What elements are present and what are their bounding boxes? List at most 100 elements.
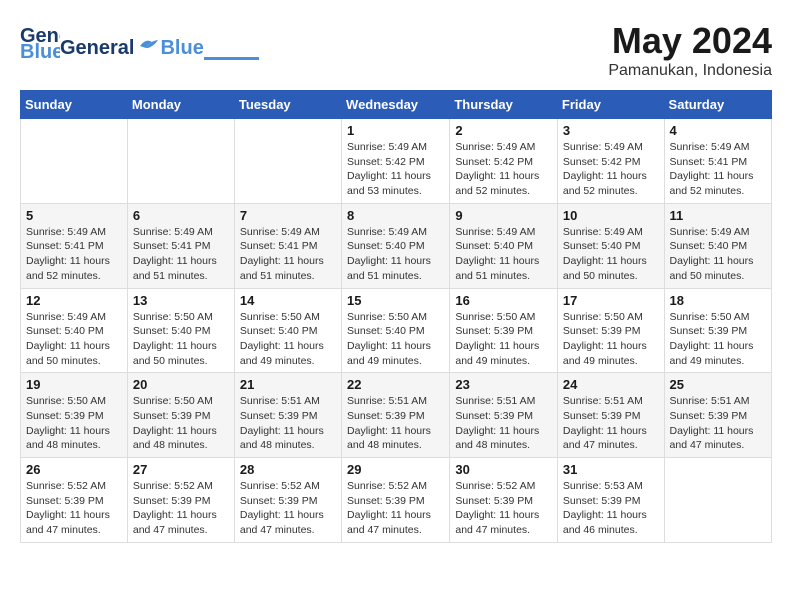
day-info: Sunrise: 5:49 AMSunset: 5:42 PMDaylight:… — [455, 140, 552, 199]
calendar-cell — [664, 458, 771, 543]
calendar-cell: 17 Sunrise: 5:50 AMSunset: 5:39 PMDayligh… — [557, 288, 664, 373]
day-info: Sunrise: 5:50 AMSunset: 5:39 PMDaylight:… — [455, 310, 552, 369]
logo: General Blue General Blue — [20, 20, 265, 60]
day-number: 23 — [455, 377, 552, 392]
day-number: 4 — [670, 123, 766, 138]
day-info: Sunrise: 5:50 AMSunset: 5:39 PMDaylight:… — [26, 394, 122, 453]
logo-underline — [204, 57, 259, 60]
day-header-saturday: Saturday — [664, 91, 771, 119]
calendar-cell: 24 Sunrise: 5:51 AMSunset: 5:39 PMDayligh… — [557, 373, 664, 458]
calendar-cell: 14 Sunrise: 5:50 AMSunset: 5:40 PMDayligh… — [234, 288, 341, 373]
day-number: 27 — [133, 462, 229, 477]
day-number: 24 — [563, 377, 659, 392]
calendar-cell — [234, 119, 341, 204]
calendar-cell: 8 Sunrise: 5:49 AMSunset: 5:40 PMDaylight… — [342, 203, 450, 288]
calendar-cell: 19 Sunrise: 5:50 AMSunset: 5:39 PMDayligh… — [21, 373, 128, 458]
day-info: Sunrise: 5:49 AMSunset: 5:42 PMDaylight:… — [563, 140, 659, 199]
calendar-cell: 5Sunrise: 5:49 AMSunset: 5:41 PMDaylight… — [21, 203, 128, 288]
day-info: Sunrise: 5:49 AMSunset: 5:40 PMDaylight:… — [670, 225, 766, 284]
day-number: 25 — [670, 377, 766, 392]
day-number: 3 — [563, 123, 659, 138]
day-number: 31 — [563, 462, 659, 477]
calendar-cell: 11 Sunrise: 5:49 AMSunset: 5:40 PMDayligh… — [664, 203, 771, 288]
calendar-cell: 10 Sunrise: 5:49 AMSunset: 5:40 PMDayligh… — [557, 203, 664, 288]
day-number: 26 — [26, 462, 122, 477]
calendar-cell: 15Sunrise: 5:50 AMSunset: 5:40 PMDayligh… — [342, 288, 450, 373]
calendar-cell: 26Sunrise: 5:52 AMSunset: 5:39 PMDayligh… — [21, 458, 128, 543]
day-info: Sunrise: 5:51 AMSunset: 5:39 PMDaylight:… — [347, 394, 444, 453]
svg-text:Blue: Blue — [20, 41, 60, 60]
calendar-cell: 4 Sunrise: 5:49 AMSunset: 5:41 PMDaylight… — [664, 119, 771, 204]
day-info: Sunrise: 5:52 AMSunset: 5:39 PMDaylight:… — [133, 479, 229, 538]
day-info: Sunrise: 5:49 AMSunset: 5:41 PMDaylight:… — [133, 225, 229, 284]
calendar-cell: 3 Sunrise: 5:49 AMSunset: 5:42 PMDaylight… — [557, 119, 664, 204]
calendar-week-1: 1Sunrise: 5:49 AMSunset: 5:42 PMDaylight… — [21, 119, 772, 204]
calendar-cell — [21, 119, 128, 204]
calendar-cell: 6 Sunrise: 5:49 AMSunset: 5:41 PMDaylight… — [127, 203, 234, 288]
day-number: 2 — [455, 123, 552, 138]
day-info: Sunrise: 5:49 AMSunset: 5:42 PMDaylight:… — [347, 140, 444, 199]
day-number: 6 — [133, 208, 229, 223]
day-number: 29 — [347, 462, 444, 477]
day-info: Sunrise: 5:49 AMSunset: 5:41 PMDaylight:… — [240, 225, 336, 284]
calendar-cell: 13 Sunrise: 5:50 AMSunset: 5:40 PMDayligh… — [127, 288, 234, 373]
day-info: Sunrise: 5:49 AMSunset: 5:40 PMDaylight:… — [455, 225, 552, 284]
day-info: Sunrise: 5:52 AMSunset: 5:39 PMDaylight:… — [240, 479, 336, 538]
day-number: 30 — [455, 462, 552, 477]
day-info: Sunrise: 5:51 AMSunset: 5:39 PMDaylight:… — [670, 394, 766, 453]
day-info: Sunrise: 5:50 AMSunset: 5:39 PMDaylight:… — [670, 310, 766, 369]
day-number: 11 — [670, 208, 766, 223]
calendar-cell: 27 Sunrise: 5:52 AMSunset: 5:39 PMDayligh… — [127, 458, 234, 543]
calendar-week-2: 5Sunrise: 5:49 AMSunset: 5:41 PMDaylight… — [21, 203, 772, 288]
day-info: Sunrise: 5:49 AMSunset: 5:40 PMDaylight:… — [563, 225, 659, 284]
calendar-cell: 25 Sunrise: 5:51 AMSunset: 5:39 PMDayligh… — [664, 373, 771, 458]
day-number: 18 — [670, 293, 766, 308]
day-number: 7 — [240, 208, 336, 223]
day-header-friday: Friday — [557, 91, 664, 119]
day-number: 17 — [563, 293, 659, 308]
calendar-cell: 31Sunrise: 5:53 AMSunset: 5:39 PMDayligh… — [557, 458, 664, 543]
day-info: Sunrise: 5:50 AMSunset: 5:39 PMDaylight:… — [133, 394, 229, 453]
calendar-cell: 1Sunrise: 5:49 AMSunset: 5:42 PMDaylight… — [342, 119, 450, 204]
calendar-header-row: SundayMondayTuesdayWednesdayThursdayFrid… — [21, 91, 772, 119]
day-number: 16 — [455, 293, 552, 308]
calendar-cell: 12Sunrise: 5:49 AMSunset: 5:40 PMDayligh… — [21, 288, 128, 373]
day-number: 20 — [133, 377, 229, 392]
day-info: Sunrise: 5:49 AMSunset: 5:40 PMDaylight:… — [347, 225, 444, 284]
day-info: Sunrise: 5:50 AMSunset: 5:39 PMDaylight:… — [563, 310, 659, 369]
day-info: Sunrise: 5:52 AMSunset: 5:39 PMDaylight:… — [347, 479, 444, 538]
month-title: May 2024 — [608, 20, 772, 62]
title-area: May 2024 Pamanukan, Indonesia — [608, 20, 772, 80]
day-number: 19 — [26, 377, 122, 392]
calendar-cell: 22Sunrise: 5:51 AMSunset: 5:39 PMDayligh… — [342, 373, 450, 458]
day-info: Sunrise: 5:50 AMSunset: 5:40 PMDaylight:… — [347, 310, 444, 369]
day-number: 13 — [133, 293, 229, 308]
calendar-cell: 7 Sunrise: 5:49 AMSunset: 5:41 PMDaylight… — [234, 203, 341, 288]
day-info: Sunrise: 5:50 AMSunset: 5:40 PMDaylight:… — [133, 310, 229, 369]
page-header: General Blue General Blue May 2024 Paman — [20, 20, 772, 80]
calendar-cell: 20 Sunrise: 5:50 AMSunset: 5:39 PMDayligh… — [127, 373, 234, 458]
calendar-week-4: 19 Sunrise: 5:50 AMSunset: 5:39 PMDayligh… — [21, 373, 772, 458]
day-info: Sunrise: 5:51 AMSunset: 5:39 PMDaylight:… — [455, 394, 552, 453]
day-info: Sunrise: 5:49 AMSunset: 5:41 PMDaylight:… — [26, 225, 122, 284]
calendar-cell: 21Sunrise: 5:51 AMSunset: 5:39 PMDayligh… — [234, 373, 341, 458]
calendar-cell: 28Sunrise: 5:52 AMSunset: 5:39 PMDayligh… — [234, 458, 341, 543]
calendar-table: SundayMondayTuesdayWednesdayThursdayFrid… — [20, 90, 772, 543]
logo-text-accent: Blue — [160, 37, 203, 60]
calendar-cell: 30Sunrise: 5:52 AMSunset: 5:39 PMDayligh… — [450, 458, 558, 543]
day-info: Sunrise: 5:49 AMSunset: 5:41 PMDaylight:… — [670, 140, 766, 199]
calendar-cell: 9Sunrise: 5:49 AMSunset: 5:40 PMDaylight… — [450, 203, 558, 288]
calendar-cell: 18 Sunrise: 5:50 AMSunset: 5:39 PMDayligh… — [664, 288, 771, 373]
calendar-cell: 23 Sunrise: 5:51 AMSunset: 5:39 PMDayligh… — [450, 373, 558, 458]
day-number: 21 — [240, 377, 336, 392]
day-info: Sunrise: 5:50 AMSunset: 5:40 PMDaylight:… — [240, 310, 336, 369]
day-info: Sunrise: 5:51 AMSunset: 5:39 PMDaylight:… — [563, 394, 659, 453]
day-number: 14 — [240, 293, 336, 308]
calendar-cell: 29 Sunrise: 5:52 AMSunset: 5:39 PMDayligh… — [342, 458, 450, 543]
day-header-wednesday: Wednesday — [342, 91, 450, 119]
day-number: 8 — [347, 208, 444, 223]
calendar-cell: 2 Sunrise: 5:49 AMSunset: 5:42 PMDaylight… — [450, 119, 558, 204]
calendar-week-3: 12Sunrise: 5:49 AMSunset: 5:40 PMDayligh… — [21, 288, 772, 373]
day-number: 12 — [26, 293, 122, 308]
day-number: 10 — [563, 208, 659, 223]
